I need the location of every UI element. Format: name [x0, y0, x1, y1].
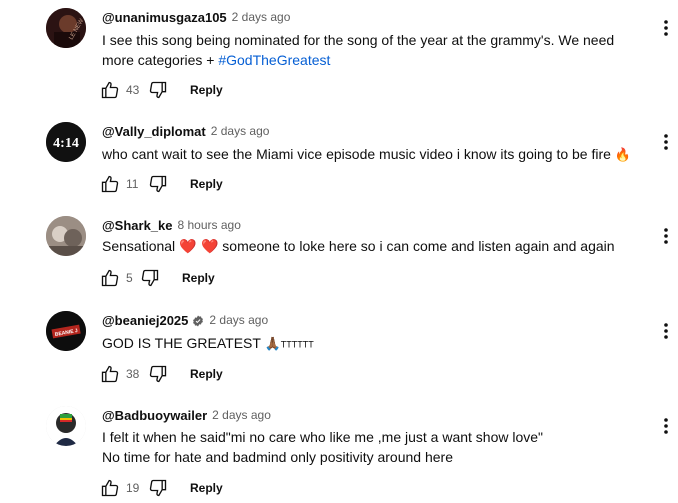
comment-time[interactable]: 2 days ago [212, 408, 271, 422]
like-count: 43 [126, 83, 140, 97]
more-vert-icon [664, 20, 668, 36]
comment-text-after: someone to loke here so i can come and l… [222, 238, 615, 254]
comment-actions: 38 Reply [100, 362, 223, 386]
verified-icon [192, 314, 204, 327]
avatar[interactable]: LE NEW [46, 8, 86, 48]
comment-text-line2: more categories + #GodTheGreatest [102, 50, 614, 70]
like-count: 19 [126, 481, 140, 495]
like-count: 38 [126, 367, 140, 381]
fire-emoji: 🔥 [614, 148, 631, 163]
comment-author[interactable]: @Vally_diplomat [102, 124, 206, 139]
reply-button[interactable]: Reply [190, 177, 223, 191]
comment-time[interactable]: 8 hours ago [178, 218, 241, 232]
comment-text-suffix: TTTTTT [280, 339, 314, 350]
comment-actions: 43 Reply [100, 78, 223, 102]
thumbs-down-icon[interactable] [148, 364, 168, 384]
comment-text: I see this song being nominated for the … [102, 30, 614, 70]
comment-author[interactable]: @Badbuoywailer [102, 408, 207, 423]
more-actions-button[interactable] [656, 16, 676, 40]
comment-text-body: GOD IS THE GREATEST [102, 335, 261, 351]
like-count: 5 [126, 271, 133, 285]
comment-author[interactable]: @unanimusgaza105 [102, 10, 227, 25]
comment-actions: 5 Reply [100, 266, 215, 290]
comment-time[interactable]: 2 days ago [209, 313, 268, 327]
more-actions-button[interactable] [656, 224, 676, 248]
thumbs-up-icon[interactable] [100, 174, 120, 194]
reply-button[interactable]: Reply [182, 271, 215, 285]
comment-text: I felt it when he said"mi no care who li… [102, 427, 543, 467]
more-actions-button[interactable] [656, 319, 676, 343]
more-actions-button[interactable] [656, 414, 676, 438]
more-vert-icon [664, 418, 668, 434]
avatar[interactable]: BEANIE J [46, 311, 86, 351]
comment-text: who cant wait to see the Miami vice epis… [102, 144, 631, 166]
avatar[interactable]: 4:14 [46, 122, 86, 162]
reply-button[interactable]: Reply [190, 481, 223, 495]
comment-text-line2-prefix: more categories + [102, 52, 219, 68]
hashtag-link[interactable]: #GodTheGreatest [218, 52, 330, 68]
avatar-text: 4:14 [53, 136, 79, 151]
thumbs-down-icon[interactable] [148, 80, 168, 100]
comment-text-line1: I felt it when he said"mi no care who li… [102, 429, 544, 445]
comment-text-before: Sensational [102, 238, 176, 254]
avatar[interactable] [46, 216, 86, 256]
comment-time[interactable]: 2 days ago [211, 124, 270, 138]
comment-text-line1: I see this song being nominated for the … [102, 32, 615, 48]
more-vert-icon [664, 323, 668, 339]
heart-emojis: ❤️ ❤️ [179, 239, 219, 255]
thumbs-up-icon[interactable] [100, 80, 120, 100]
thumbs-up-icon[interactable] [100, 268, 120, 288]
comment-actions: 11 Reply [100, 172, 223, 196]
avatar[interactable] [46, 406, 86, 446]
thumbs-down-icon[interactable] [148, 478, 168, 498]
praying-hands-emoji: 🙏🏾 [264, 337, 281, 352]
comment-author[interactable]: @beaniej2025 [102, 313, 188, 328]
thumbs-up-icon[interactable] [100, 478, 120, 498]
like-count: 11 [126, 177, 139, 191]
comment-actions: 19 Reply [100, 476, 223, 500]
comment-time[interactable]: 2 days ago [232, 10, 291, 24]
more-actions-button[interactable] [656, 130, 676, 154]
more-vert-icon [664, 134, 668, 150]
thumbs-down-icon[interactable] [148, 174, 168, 194]
comment-text-line2: No time for hate and badmind only positi… [102, 449, 453, 465]
comment-author[interactable]: @Shark_ke [102, 218, 173, 233]
thumbs-down-icon[interactable] [140, 268, 160, 288]
comment-text-body: who cant wait to see the Miami vice epis… [102, 146, 611, 162]
reply-button[interactable]: Reply [190, 367, 223, 381]
more-vert-icon [664, 228, 668, 244]
reply-button[interactable]: Reply [190, 83, 223, 97]
thumbs-up-icon[interactable] [100, 364, 120, 384]
comment-text: Sensational ❤️ ❤️ someone to loke here s… [102, 236, 615, 257]
comment-text: GOD IS THE GREATEST 🙏🏾TTTTTT [102, 333, 314, 355]
